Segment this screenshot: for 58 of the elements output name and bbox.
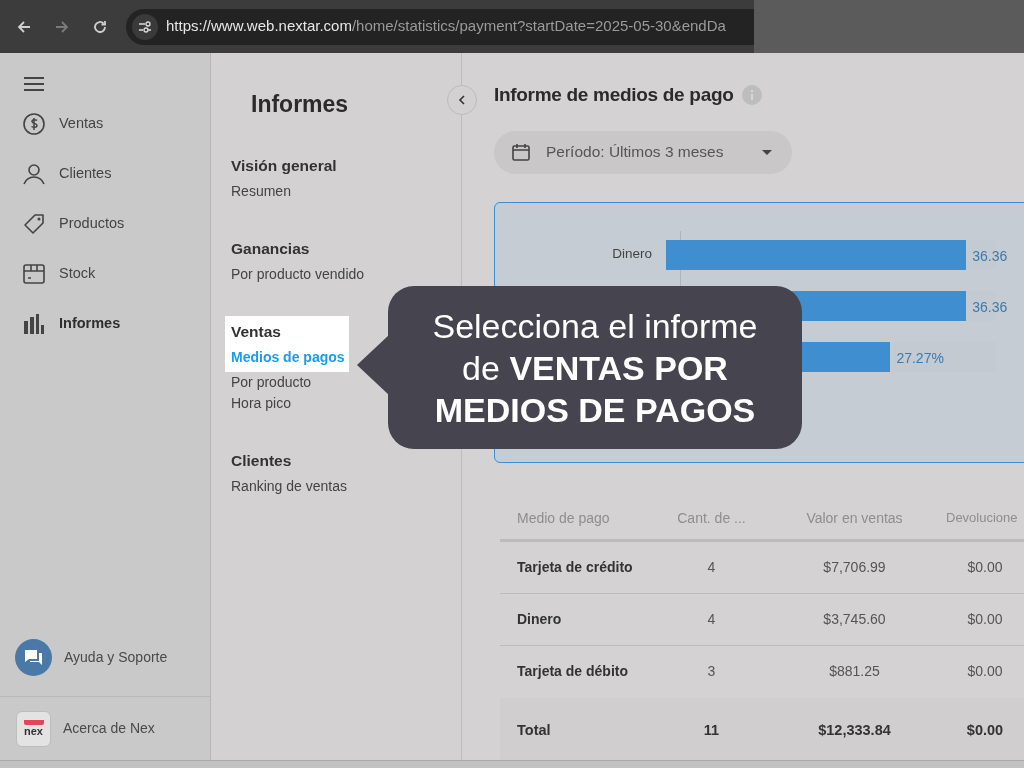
table-cell-text: $0.00	[966, 662, 1004, 681]
section-heading: Visión general	[231, 155, 337, 176]
section-heading: Ventas	[231, 321, 281, 342]
person-icon	[23, 163, 45, 185]
bar-value: 36.36	[972, 297, 1008, 317]
nav-item[interactable]: Informes	[59, 313, 121, 335]
table-cell-text: $7,706.99	[822, 557, 887, 577]
reload-icon[interactable]	[92, 18, 108, 35]
report-link[interactable]: Por producto vendido	[231, 263, 365, 285]
table-cell-text: $0.00	[966, 609, 1004, 629]
report-link[interactable]: Ranking de ventas	[231, 475, 347, 497]
table-cell-text: 3	[706, 662, 717, 681]
total-cell-text: Total	[516, 720, 552, 740]
tag-icon	[23, 213, 45, 235]
address-bar[interactable]: https://www.web.nextar.com/home/statistics/payment?startDate=2025-05-30&endDa	[126, 8, 754, 45]
menu-icon[interactable]	[24, 77, 44, 91]
total-cell-text: 11	[702, 720, 721, 740]
calendar-icon	[512, 143, 530, 161]
about-link[interactable]: Acerca de Nex	[63, 718, 155, 739]
help-support-link[interactable]: Ayuda y Soporte	[64, 647, 168, 668]
section-heading: Ganancias	[231, 238, 310, 259]
nav-item[interactable]: Productos	[59, 213, 125, 235]
total-cell-text: $0.00	[965, 720, 1005, 740]
nav-item[interactable]: Stock	[59, 263, 96, 285]
forward-icon[interactable]	[54, 18, 70, 35]
bar-chart-icon	[23, 313, 45, 335]
panel-title: Informes	[251, 90, 350, 119]
period-dropdown[interactable]: Período: Últimos 3 meses	[494, 130, 792, 174]
dollar-icon	[23, 113, 45, 135]
table-cell-text: Dinero	[516, 609, 563, 629]
collapse-button[interactable]	[447, 85, 477, 115]
table-cell-text: 4	[706, 557, 717, 577]
section-heading: Clientes	[231, 450, 292, 471]
report-link[interactable]: Resumen	[231, 180, 291, 202]
bar-value: 36.36	[972, 246, 1008, 266]
table-cell-text: 4	[706, 609, 717, 629]
nav-item[interactable]: Clientes	[59, 163, 112, 185]
table-cell-text: Tarjeta de crédito	[516, 557, 634, 577]
back-icon[interactable]	[16, 18, 32, 35]
chevron-left-icon	[458, 95, 466, 105]
bar-value: 27.27%	[896, 348, 944, 368]
report-title: Informe de medios de pago	[494, 83, 734, 107]
report-link[interactable]: Por producto	[231, 371, 312, 393]
report-link[interactable]: Hora pico	[231, 392, 291, 414]
nex-logo: nex	[16, 710, 51, 747]
box-icon	[23, 263, 45, 285]
table-cell-text: $0.00	[966, 557, 1004, 577]
chat-icon[interactable]	[15, 639, 52, 676]
bar-label: Dinero	[612, 245, 652, 264]
site-settings-icon[interactable]	[132, 13, 158, 40]
table-cell-text: Tarjeta de débito	[516, 662, 629, 681]
url-text: https://www.web.nextar.com/home/statistics/payment?startDate=2025-05-30&endDa	[166, 16, 726, 37]
table-cell-text: $881.25	[828, 662, 881, 681]
nav-item[interactable]: Ventas	[59, 113, 104, 135]
callout-text: Selecciona el informe de VENTAS POR MEDIOS DE PAGOS	[431, 305, 759, 431]
total-cell-text: $12,333.84	[817, 720, 892, 740]
caret-icon	[762, 149, 772, 155]
table-cell-text: $3,745.60	[822, 609, 887, 629]
